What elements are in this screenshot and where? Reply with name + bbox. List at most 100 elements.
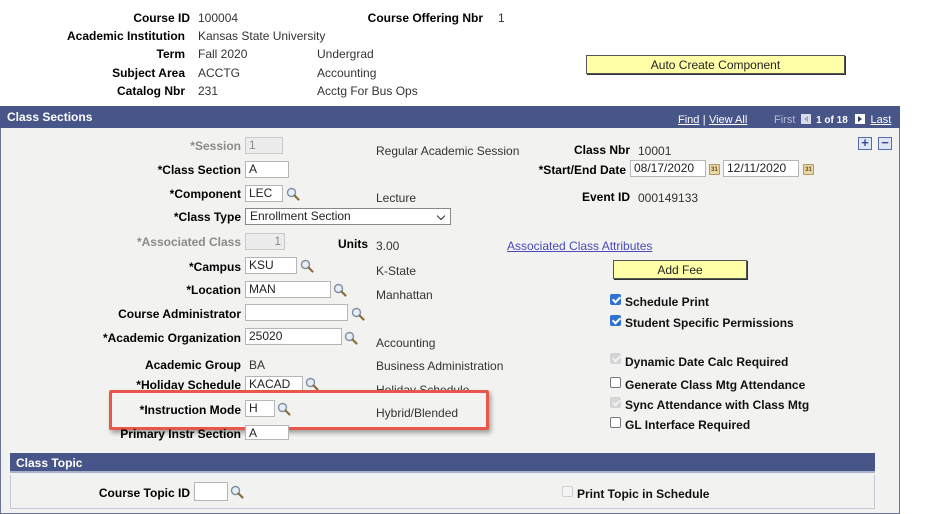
campus-field[interactable]: KSU xyxy=(245,257,297,274)
generate-class-mtg-attendance-label: Generate Class Mtg Attendance xyxy=(625,378,806,392)
institution-value: Kansas State University xyxy=(198,29,326,43)
class-type-label: *Class Type xyxy=(173,210,241,224)
class-section-label: *Class Section xyxy=(157,163,241,177)
component-field[interactable]: LEC xyxy=(245,185,283,202)
class-sections-header: Class Sections Find | View All First 1 o… xyxy=(0,106,900,128)
location-field[interactable]: MAN xyxy=(245,281,331,298)
component-desc: Lecture xyxy=(376,191,417,205)
course-id-value: 100004 xyxy=(198,11,239,25)
academic-organization-field[interactable]: 25020 xyxy=(245,328,342,345)
class-nbr-label: Class Nbr xyxy=(573,143,630,157)
find-link[interactable]: Find xyxy=(678,114,699,126)
course-topic-id-field[interactable] xyxy=(194,482,228,501)
sync-attendance-checkbox xyxy=(610,397,621,408)
class-topic-title: Class Topic xyxy=(16,456,83,470)
course-administrator-lookup-icon[interactable] xyxy=(351,307,365,321)
add-fee-button[interactable]: Add Fee xyxy=(613,260,747,279)
schedule-print-label: Schedule Print xyxy=(625,295,710,309)
catalog-label: Catalog Nbr xyxy=(116,84,185,98)
catalog-desc: Acctg For Bus Ops xyxy=(317,84,418,98)
add-row-button[interactable]: + xyxy=(858,136,872,150)
component-lookup-icon[interactable] xyxy=(286,187,300,201)
dynamic-date-calc-label: Dynamic Date Calc Required xyxy=(625,355,789,369)
class-topic-header: Class Topic xyxy=(10,453,875,473)
subject-label: Subject Area xyxy=(112,66,185,80)
institution-label: Academic Institution xyxy=(66,29,185,43)
end-date-calendar-icon[interactable]: 31 xyxy=(803,164,814,175)
subject-value: ACCTG xyxy=(198,66,240,80)
course-topic-lookup-icon[interactable] xyxy=(230,485,244,499)
location-lookup-icon[interactable] xyxy=(333,283,347,297)
last-link[interactable]: Last xyxy=(870,114,891,126)
instruction-mode-desc: Hybrid/Blended xyxy=(376,406,459,420)
row-position: 1 of 18 xyxy=(816,115,848,126)
generate-class-mtg-attendance-checkbox[interactable] xyxy=(610,377,621,388)
course-administrator-field[interactable] xyxy=(245,304,348,321)
event-id-value: 000149133 xyxy=(638,191,699,205)
academic-group-desc: Business Administration xyxy=(376,359,504,373)
academic-group-label: Academic Group xyxy=(144,358,241,372)
career-value: Undergrad xyxy=(317,47,374,61)
first-link: First xyxy=(774,114,796,126)
associated-class-field: 1 xyxy=(245,233,285,250)
academic-group-value: BA xyxy=(249,358,266,372)
nav-separator: | xyxy=(702,114,706,126)
catalog-value: 231 xyxy=(198,84,219,98)
start-end-date-label: *Start/End Date xyxy=(538,163,626,177)
units-label: Units xyxy=(338,237,368,251)
course-offering-value: 1 xyxy=(498,11,505,25)
associated-class-label: *Associated Class xyxy=(136,235,241,249)
auto-create-component-button[interactable]: Auto Create Component xyxy=(586,55,845,74)
instruction-mode-lookup-icon[interactable] xyxy=(277,402,291,416)
academic-organization-desc: Accounting xyxy=(376,336,436,350)
next-arrow-icon[interactable] xyxy=(855,114,866,124)
primary-instr-section-label: Primary Instr Section xyxy=(120,427,241,441)
associated-class-attributes-link[interactable]: Associated Class Attributes xyxy=(507,239,652,253)
student-specific-permissions-checkbox[interactable] xyxy=(610,315,621,326)
units-value: 3.00 xyxy=(376,239,400,253)
location-desc: Manhattan xyxy=(376,288,433,302)
instruction-mode-field[interactable]: H xyxy=(245,400,275,417)
course-administrator-label: Course Administrator xyxy=(118,307,241,321)
print-topic-in-schedule-checkbox xyxy=(562,486,573,497)
course-offering-label: Course Offering Nbr xyxy=(367,11,483,25)
location-label: *Location xyxy=(186,283,241,297)
campus-desc: K-State xyxy=(376,264,417,278)
chevron-down-icon xyxy=(436,211,446,221)
print-topic-in-schedule-label: Print Topic in Schedule xyxy=(577,487,710,501)
academic-organization-lookup-icon[interactable] xyxy=(344,331,358,345)
session-label: *Session xyxy=(190,139,241,153)
campus-lookup-icon[interactable] xyxy=(300,259,314,273)
subject-desc: Accounting xyxy=(317,66,377,80)
academic-organization-label: *Academic Organization xyxy=(102,331,241,345)
instruction-mode-label: *Instruction Mode xyxy=(139,403,241,417)
class-type-value: Enrollment Section xyxy=(250,209,351,223)
term-label: Term xyxy=(156,47,185,61)
gl-interface-required-checkbox[interactable] xyxy=(610,417,621,428)
end-date-field[interactable]: 12/11/2020 xyxy=(723,160,799,177)
class-nbr-value: 10001 xyxy=(638,144,672,158)
course-topic-id-label: Course Topic ID xyxy=(98,486,190,500)
class-section-field[interactable]: A xyxy=(245,161,289,178)
component-label: *Component xyxy=(169,187,241,201)
sync-attendance-label: Sync Attendance with Class Mtg xyxy=(625,398,810,412)
course-id-label: Course ID xyxy=(133,11,190,25)
schedule-print-checkbox[interactable] xyxy=(610,294,621,305)
previous-arrow-icon xyxy=(800,114,811,124)
session-desc: Regular Academic Session xyxy=(376,144,520,158)
gl-interface-required-label: GL Interface Required xyxy=(625,418,751,432)
start-date-field[interactable]: 08/17/2020 xyxy=(630,160,706,177)
session-field: 1 xyxy=(245,137,283,154)
campus-label: *Campus xyxy=(188,260,241,274)
class-sections-title: Class Sections xyxy=(7,110,93,124)
primary-instr-section-field[interactable]: A xyxy=(245,425,289,440)
delete-row-button[interactable]: − xyxy=(878,136,892,150)
view-all-link[interactable]: View All xyxy=(709,114,747,126)
class-type-select[interactable]: Enrollment Section xyxy=(245,208,451,225)
holiday-schedule-lookup-icon[interactable] xyxy=(305,377,319,391)
student-specific-permissions-label: Student Specific Permissions xyxy=(625,316,794,330)
event-id-label: Event ID xyxy=(581,190,630,204)
dynamic-date-calc-checkbox xyxy=(610,353,621,364)
start-date-calendar-icon[interactable]: 31 xyxy=(709,164,720,175)
term-value: Fall 2020 xyxy=(198,47,248,61)
